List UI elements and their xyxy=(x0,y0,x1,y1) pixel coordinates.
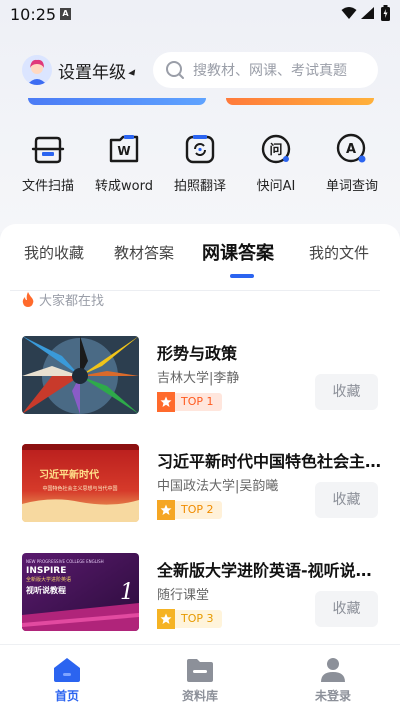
search-bar[interactable]: 搜教材、网课、考试真题 xyxy=(153,52,378,88)
course-thumbnail: 习近平新时代 中国特色社会主义思想与当代中国 xyxy=(22,444,139,522)
thumb-title: 习近平新时代 xyxy=(39,468,99,481)
avatar xyxy=(22,55,52,85)
star-icon xyxy=(157,392,175,412)
star-icon xyxy=(157,609,175,629)
signal-icon xyxy=(361,7,374,19)
tab-my-files[interactable]: 我的文件 xyxy=(309,242,369,263)
nav-label: 资料库 xyxy=(181,689,218,703)
tool-photo-translate[interactable]: 拍照翻译 xyxy=(162,132,238,194)
item-subtitle: 吉林大学|李静 xyxy=(157,371,240,386)
svg-text:问: 问 xyxy=(269,142,282,158)
svg-text:A: A xyxy=(346,142,356,157)
star-icon xyxy=(157,500,175,520)
rank-tag: TOP 1 xyxy=(157,392,222,412)
tool-label: 拍照翻译 xyxy=(173,179,226,194)
rank-tag: TOP 2 xyxy=(157,500,222,520)
course-thumbnail: NEW PROGRESSIVE COLLEGE ENGLISH INSPIRE … xyxy=(22,553,139,631)
collect-button[interactable]: 收藏 xyxy=(315,482,378,518)
item-subtitle: 中国政法大学|吴韵曦 xyxy=(157,479,279,494)
list-item[interactable]: 形势与政策 吉林大学|李静 TOP 1 收藏 xyxy=(22,336,382,416)
list-item[interactable]: 习近平新时代 中国特色社会主义思想与当代中国 习近平新时代中国特色社会主... … xyxy=(22,444,382,524)
caret-down-icon xyxy=(128,68,138,78)
status-bar: 10:25 A xyxy=(0,0,400,28)
item-subtitle: 随行课堂 xyxy=(157,588,210,603)
thumb-cn-subtitle: 视听说教程 xyxy=(26,585,66,595)
home-icon xyxy=(54,658,80,682)
status-time: 10:25 xyxy=(10,5,57,24)
banner-orange[interactable] xyxy=(226,98,374,105)
tab-active-indicator xyxy=(230,274,254,278)
battery-icon xyxy=(381,5,390,21)
tool-file-scan[interactable]: 文件扫描 xyxy=(10,132,86,194)
content-card: 我的收藏 教材答案 网课答案 我的文件 大家都在找 形势与政策 吉林大学|李静 … xyxy=(0,224,400,644)
collect-button[interactable]: 收藏 xyxy=(315,374,378,410)
tool-convert-word[interactable]: W 转成word xyxy=(86,132,162,194)
header: 设置年级 搜教材、网课、考试真题 xyxy=(0,48,400,92)
hot-header: 大家都在找 xyxy=(22,290,104,309)
thumb-subtitle: 中国特色社会主义思想与当代中国 xyxy=(42,485,117,492)
scan-icon xyxy=(31,136,65,164)
tool-word-lookup[interactable]: A 单词查询 xyxy=(314,132,390,194)
item-title: 习近平新时代中国特色社会主... xyxy=(157,452,382,471)
grade-label: 设置年级 xyxy=(58,62,126,83)
tool-label: 转成word xyxy=(95,179,153,194)
tool-row: 文件扫描 W 转成word 拍照翻译 问 快问AI A 单词查询 xyxy=(0,132,400,202)
course-thumbnail xyxy=(22,336,139,414)
word-lookup-icon: A xyxy=(336,133,366,163)
user-icon xyxy=(321,658,345,682)
thumb-cn-title: 全新版大学进阶英语 xyxy=(26,576,71,583)
item-title: 全新版大学进阶英语-视听说教... xyxy=(157,561,382,580)
search-icon xyxy=(166,61,184,79)
tool-label: 快问AI xyxy=(256,179,296,194)
sim-icon: A xyxy=(60,8,71,20)
item-title: 形势与政策 xyxy=(157,344,238,363)
tab-textbook-answers[interactable]: 教材答案 xyxy=(114,242,174,263)
svg-text:W: W xyxy=(117,144,130,158)
nav-library[interactable]: 资料库 xyxy=(160,657,240,704)
rank-tag: TOP 3 xyxy=(157,609,222,629)
translate-icon xyxy=(185,135,215,164)
nav-profile[interactable]: 未登录 xyxy=(293,657,373,704)
tab-bar: 我的收藏 教材答案 网课答案 我的文件 xyxy=(0,236,400,291)
thumb-brand: INSPIRE xyxy=(26,566,66,576)
collect-button[interactable]: 收藏 xyxy=(315,591,378,627)
thumb-volume: 1 xyxy=(120,580,134,605)
wifi-icon xyxy=(341,7,357,19)
nav-label: 未登录 xyxy=(314,689,351,703)
tab-online-course-answers[interactable]: 网课答案 xyxy=(202,239,274,265)
rank-label: TOP 2 xyxy=(175,501,222,519)
tab-my-favorites[interactable]: 我的收藏 xyxy=(24,242,84,263)
nav-home[interactable]: 首页 xyxy=(27,657,107,704)
banner-blue[interactable] xyxy=(28,98,206,105)
tool-label: 文件扫描 xyxy=(21,179,74,194)
search-placeholder: 搜教材、网课、考试真题 xyxy=(193,63,347,79)
rank-label: TOP 3 xyxy=(175,610,222,628)
ai-chat-icon: 问 xyxy=(261,134,291,164)
folder-icon xyxy=(187,659,213,682)
word-icon: W xyxy=(109,135,139,163)
thumb-series: NEW PROGRESSIVE COLLEGE ENGLISH xyxy=(26,559,104,564)
banner-strip xyxy=(0,98,400,106)
tool-label: 单词查询 xyxy=(325,179,378,194)
grade-selector[interactable]: 设置年级 xyxy=(22,55,138,85)
nav-label: 首页 xyxy=(54,689,79,703)
bottom-nav: 首页 资料库 未登录 xyxy=(0,644,400,712)
list-item[interactable]: NEW PROGRESSIVE COLLEGE ENGLISH INSPIRE … xyxy=(22,553,382,633)
flame-icon xyxy=(22,292,34,307)
tool-ask-ai[interactable]: 问 快问AI xyxy=(238,132,314,194)
rank-label: TOP 1 xyxy=(175,393,222,411)
hot-label: 大家都在找 xyxy=(39,294,105,309)
